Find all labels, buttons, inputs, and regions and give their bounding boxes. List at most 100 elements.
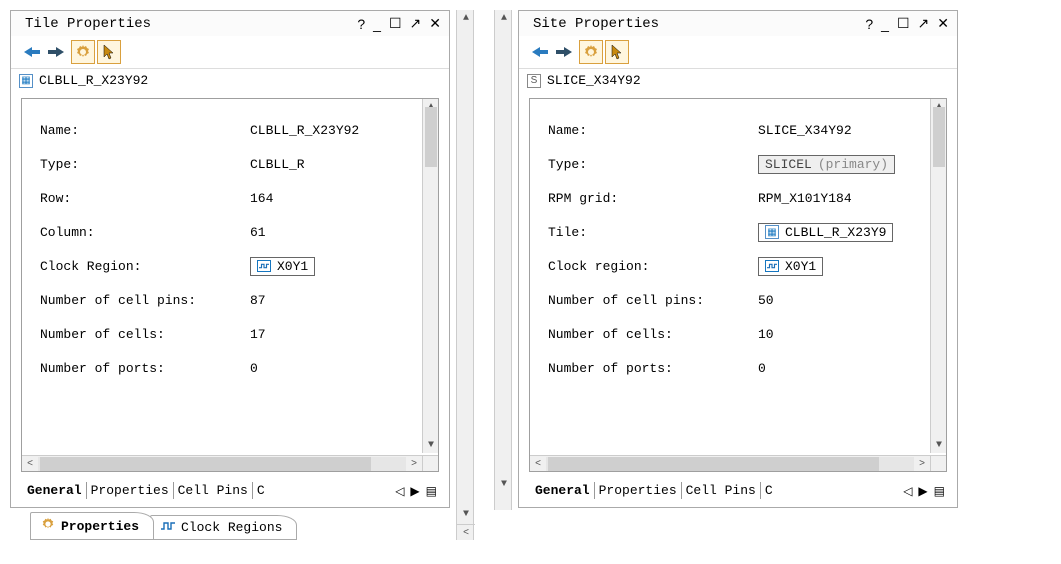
- property-value: 61: [250, 225, 266, 240]
- property-row: RPM grid:RPM_X101Y184: [548, 181, 928, 215]
- popout-icon[interactable]: ↗: [918, 15, 930, 32]
- property-label: Name:: [40, 123, 250, 138]
- help-icon[interactable]: ?: [357, 16, 365, 32]
- property-row: Row:164: [40, 181, 420, 215]
- outer-v-scrollbar[interactable]: ▲ ▼: [494, 10, 512, 510]
- property-label: Number of ports:: [40, 361, 250, 376]
- tab-list-icon[interactable]: ▤: [426, 484, 437, 498]
- property-value: CLBLL_R_X23Y92: [250, 123, 359, 138]
- h-scrollbar[interactable]: < >: [530, 455, 930, 471]
- toolbar: [11, 36, 449, 69]
- property-value: RPM_X101Y184: [758, 191, 852, 206]
- tab-c[interactable]: C: [761, 482, 777, 499]
- scroll-down-icon[interactable]: ▼: [495, 476, 513, 492]
- cursor-select-icon[interactable]: [97, 40, 121, 64]
- tab-properties[interactable]: Properties: [595, 482, 682, 499]
- toolbar: [519, 36, 957, 69]
- property-row: Type:CLBLL_R: [40, 147, 420, 181]
- tab-next-icon[interactable]: ▶: [410, 484, 419, 498]
- tab-general[interactable]: General: [23, 482, 87, 499]
- scroll-right-icon[interactable]: >: [914, 456, 930, 472]
- property-value[interactable]: X0Y1: [250, 257, 315, 276]
- tab-prev-icon[interactable]: ◁: [903, 484, 912, 498]
- scroll-left-icon[interactable]: <: [22, 456, 38, 472]
- breadcrumb: S SLICE_X34Y92: [519, 69, 957, 94]
- tab-general[interactable]: General: [531, 482, 595, 499]
- tab-cell-pins[interactable]: Cell Pins: [682, 482, 761, 499]
- minimize-icon[interactable]: _: [881, 16, 889, 32]
- tile-icon: ▦: [19, 74, 33, 88]
- property-value: 50: [758, 293, 774, 308]
- property-value[interactable]: X0Y1: [758, 257, 823, 276]
- scroll-up-icon[interactable]: ▲: [495, 10, 513, 26]
- back-button[interactable]: [527, 40, 551, 64]
- property-row: Column:61: [40, 215, 420, 249]
- bottom-tabbar: Properties Clock Regions: [30, 512, 450, 540]
- property-label: Row:: [40, 191, 250, 206]
- property-label: Column:: [40, 225, 250, 240]
- tab-next-icon[interactable]: ▶: [918, 484, 927, 498]
- property-label: Tile:: [548, 225, 758, 240]
- bottom-tab-properties[interactable]: Properties: [30, 512, 154, 540]
- property-row: Type:SLICEL (primary): [548, 147, 928, 181]
- scroll-down-icon[interactable]: ▼: [423, 437, 439, 453]
- property-value[interactable]: SLICEL (primary): [758, 155, 895, 174]
- property-row: Number of cell pins:50: [548, 283, 928, 317]
- close-icon[interactable]: ✕: [937, 15, 949, 32]
- scroll-down-icon[interactable]: ▼: [457, 506, 475, 522]
- property-label: Number of cells:: [40, 327, 250, 342]
- scroll-thumb[interactable]: [548, 457, 879, 471]
- property-label: Number of ports:: [548, 361, 758, 376]
- maximize-icon[interactable]: ☐: [897, 15, 910, 32]
- settings-gear-icon[interactable]: [71, 40, 95, 64]
- forward-button[interactable]: [45, 40, 69, 64]
- popout-icon[interactable]: ↗: [410, 15, 422, 32]
- scroll-up-icon[interactable]: ▲: [457, 10, 475, 26]
- tab-label: Clock Regions: [181, 520, 282, 535]
- tab-prev-icon[interactable]: ◁: [395, 484, 404, 498]
- scroll-thumb[interactable]: [933, 107, 945, 167]
- minimize-icon[interactable]: _: [373, 16, 381, 32]
- window-title: Tile Properties: [25, 16, 151, 32]
- property-row: Name:SLICE_X34Y92: [548, 113, 928, 147]
- site-icon: S: [527, 74, 541, 88]
- property-value[interactable]: ▦CLBLL_R_X23Y9: [758, 223, 893, 242]
- property-value: 10: [758, 327, 774, 342]
- property-label: Name:: [548, 123, 758, 138]
- back-button[interactable]: [19, 40, 43, 64]
- help-icon[interactable]: ?: [865, 16, 873, 32]
- scroll-thumb[interactable]: [425, 107, 437, 167]
- maximize-icon[interactable]: ☐: [389, 15, 402, 32]
- cursor-select-icon[interactable]: [605, 40, 629, 64]
- inner-tabbar: GeneralPropertiesCell PinsC ◁ ▶ ▤: [11, 478, 449, 507]
- property-row: Tile:▦CLBLL_R_X23Y9: [548, 215, 928, 249]
- scroll-left-icon[interactable]: <: [530, 456, 546, 472]
- object-name[interactable]: SLICE_X34Y92: [547, 73, 641, 88]
- property-label: Type:: [548, 157, 758, 172]
- inner-tabbar: GeneralPropertiesCell PinsC ◁ ▶ ▤: [519, 478, 957, 507]
- titlebar: Tile Properties ? _ ☐ ↗ ✕: [11, 11, 449, 36]
- property-row: Clock region:X0Y1: [548, 249, 928, 283]
- object-name[interactable]: CLBLL_R_X23Y92: [39, 73, 148, 88]
- settings-gear-icon[interactable]: [579, 40, 603, 64]
- tab-properties[interactable]: Properties: [87, 482, 174, 499]
- scroll-left-icon[interactable]: <: [457, 524, 475, 540]
- tab-list-icon[interactable]: ▤: [934, 484, 945, 498]
- window-title: Site Properties: [533, 16, 659, 32]
- forward-button[interactable]: [553, 40, 577, 64]
- v-scrollbar[interactable]: ▲ ▼: [422, 99, 438, 453]
- scroll-down-icon[interactable]: ▼: [931, 437, 947, 453]
- property-value: 87: [250, 293, 266, 308]
- h-scrollbar[interactable]: < >: [22, 455, 422, 471]
- scroll-right-icon[interactable]: >: [406, 456, 422, 472]
- property-row: Number of cells:17: [40, 317, 420, 351]
- bottom-tab-clock-regions[interactable]: Clock Regions: [150, 515, 297, 540]
- tab-c[interactable]: C: [253, 482, 269, 499]
- close-icon[interactable]: ✕: [429, 15, 441, 32]
- property-label: Type:: [40, 157, 250, 172]
- tab-cell-pins[interactable]: Cell Pins: [174, 482, 253, 499]
- outer-v-scrollbar[interactable]: ▲ ▼ <: [456, 10, 474, 540]
- scroll-thumb[interactable]: [40, 457, 371, 471]
- v-scrollbar[interactable]: ▲ ▼: [930, 99, 946, 453]
- gear-icon: [41, 517, 55, 535]
